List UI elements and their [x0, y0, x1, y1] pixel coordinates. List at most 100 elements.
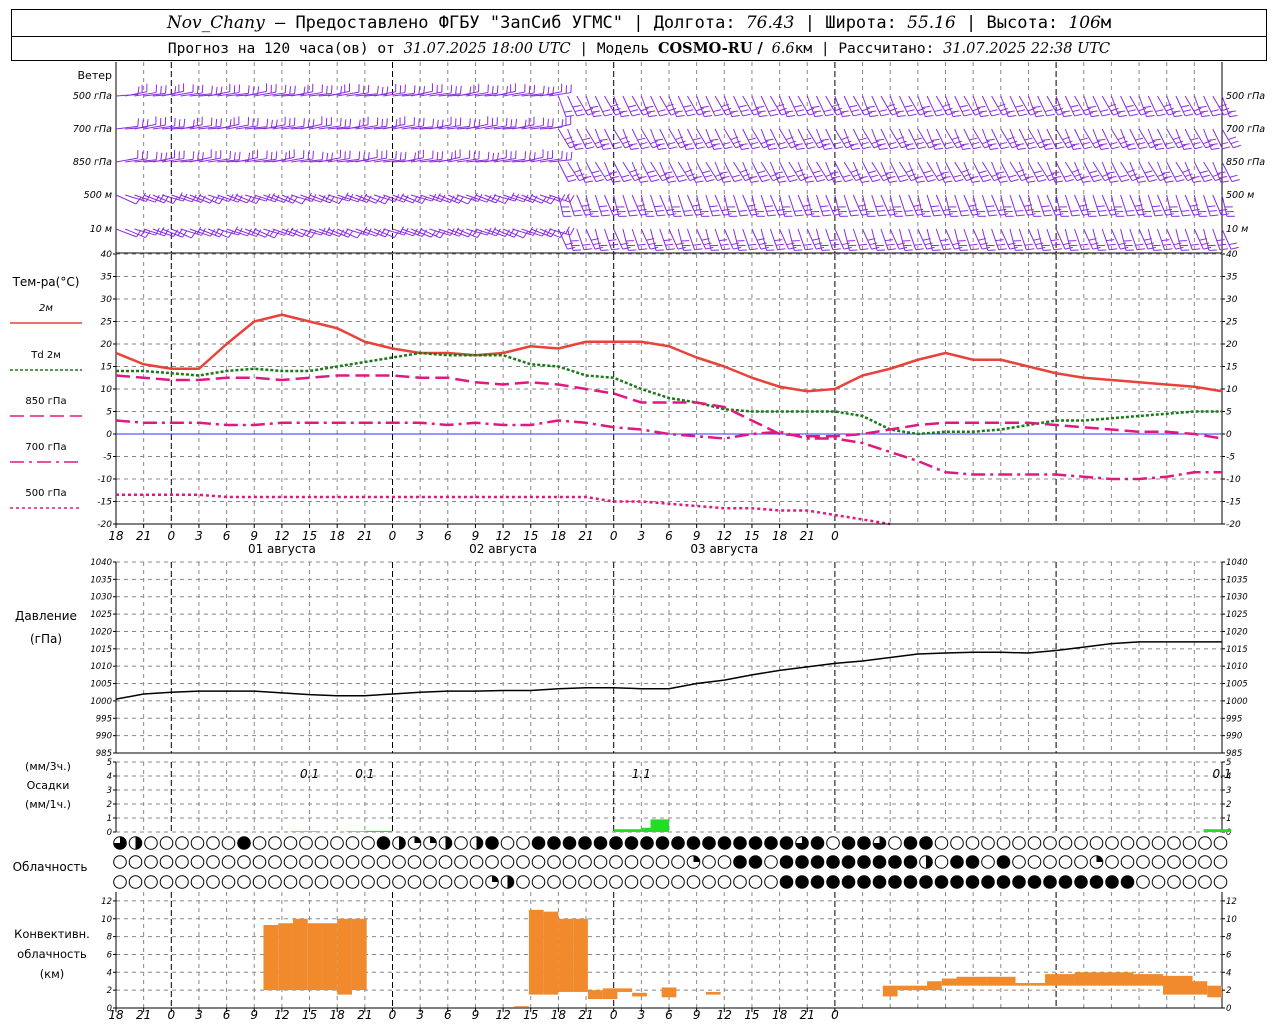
cloud-cover-symbol	[1151, 836, 1166, 850]
wind-level-label-right: 500 м	[1226, 190, 1254, 201]
cloud-cover-symbol	[717, 836, 732, 850]
wind-barb-staff	[1166, 228, 1177, 250]
wind-barb-feather	[816, 246, 825, 250]
cloud-fill	[656, 836, 669, 850]
cloud-fill	[888, 875, 902, 889]
wind-barb-feather	[1229, 115, 1238, 118]
y-tick-label-right: 10	[1226, 385, 1238, 395]
precip-bar-3h	[364, 830, 393, 832]
wind-barb	[585, 194, 600, 217]
wind-barb-staff	[769, 228, 779, 250]
wind-barb	[815, 194, 832, 217]
cloud-circle	[361, 855, 375, 869]
cloud-cover-symbol	[144, 836, 158, 850]
wind-barb-feather	[995, 239, 1004, 242]
wind-barb-feather	[877, 209, 886, 212]
wind-barb-feather	[632, 113, 641, 117]
wind-barb	[1184, 161, 1202, 183]
cloud-circle	[469, 875, 484, 889]
cloud-cover-symbol	[175, 875, 189, 889]
wind-barb	[908, 194, 926, 216]
cloud-circle	[268, 836, 282, 850]
cloud-cover-symbol	[268, 875, 282, 889]
wind-barb-staff	[825, 194, 835, 216]
wind-barb-feather	[944, 180, 953, 183]
cloud-circle	[407, 875, 422, 889]
wind-barb-feather	[637, 137, 646, 141]
legend-label: 850 гПа	[25, 396, 66, 407]
wind-barb-feather	[897, 174, 906, 178]
wind-barb-feather	[775, 243, 784, 246]
cloud-cover-symbol	[299, 836, 313, 850]
cloud-cover-symbol	[1012, 836, 1026, 850]
cloud-cover-symbol	[841, 875, 856, 889]
wind-barb-feather	[823, 214, 832, 217]
cloud-circle	[1198, 855, 1212, 869]
wind-barb-feather	[1161, 239, 1170, 242]
cloud-cover-symbol	[314, 855, 329, 869]
y-tick-label-left: 2	[107, 986, 112, 996]
cloud-fill	[842, 836, 855, 850]
wind-barb-feather	[749, 208, 758, 212]
wind-barb-feather	[542, 85, 545, 94]
wind-barb-feather	[989, 109, 998, 113]
wind-barb	[742, 161, 759, 183]
cloud-cover-symbol	[206, 875, 220, 889]
cloud-circle	[190, 875, 205, 889]
pressure-panel: 985 985990 990995 9951000 10001005 10051010 10…	[15, 558, 1248, 759]
cloud-fill	[904, 875, 917, 889]
wind-barb-feather	[712, 214, 721, 217]
wind-barb-feather	[944, 107, 953, 112]
y-tick-label-left: 12	[101, 897, 112, 907]
wind-barb-feather	[312, 150, 314, 159]
wind-barb-feather	[270, 151, 273, 160]
cloud-fill	[399, 836, 406, 850]
y-tick-label-left: 40	[101, 250, 113, 260]
wind-barb-feather	[1109, 248, 1118, 251]
cloud-fill	[842, 875, 855, 889]
wind-level-label: 10 м	[90, 224, 112, 235]
wind-barb	[1064, 194, 1081, 217]
convective-bar	[897, 985, 913, 991]
wind-barb-feather	[824, 147, 833, 151]
wind-barb-feather	[1154, 143, 1163, 146]
legend-label: 700 гПа	[25, 442, 66, 453]
cloud-circle	[330, 855, 344, 869]
wind-barb-staff	[945, 228, 955, 250]
wind-barb-feather	[569, 195, 575, 203]
wind-barb-feather	[1101, 173, 1110, 178]
wind-barb-feather	[991, 113, 1000, 117]
wind-barb	[1203, 194, 1219, 217]
wind-barb-feather	[1081, 208, 1090, 212]
wind-barb-feather	[830, 171, 839, 174]
cloud-cover-symbol	[826, 836, 840, 850]
wind-barb	[880, 228, 897, 251]
cloud-cover-symbol	[547, 875, 561, 889]
wind-barb-feather	[487, 151, 490, 160]
wind-barb-feather	[1089, 170, 1098, 174]
convective-unit: (км)	[40, 967, 65, 981]
cloud-cover-symbol	[1213, 875, 1228, 889]
x-tick-label-lower: 6	[665, 1008, 673, 1022]
wind-barb-staff	[1212, 228, 1221, 250]
wind-barb	[604, 161, 621, 183]
wind-barb-feather	[1137, 141, 1146, 145]
wind-barb-feather	[821, 209, 830, 212]
wind-barb-feather	[794, 143, 803, 146]
wind-barb-staff	[779, 228, 790, 250]
wind-barb-feather	[252, 118, 254, 127]
wind-barb-feather	[834, 107, 843, 112]
wind-barb-feather	[849, 104, 858, 108]
wind-barb-feather	[491, 85, 494, 94]
cloud-cover-symbol	[113, 875, 127, 889]
wind-barb-feather	[591, 110, 600, 113]
wind-barb-staff	[1000, 228, 1011, 250]
wind-barb-feather	[665, 243, 674, 246]
cloud-circle	[314, 875, 329, 889]
wind-barb	[1046, 194, 1064, 216]
wind-barb-staff	[1110, 194, 1117, 217]
cloud-cover-symbol	[128, 836, 143, 850]
wind-barb-feather	[843, 140, 852, 145]
wind-barb-staff	[981, 95, 993, 117]
cloud-fill	[749, 836, 762, 850]
